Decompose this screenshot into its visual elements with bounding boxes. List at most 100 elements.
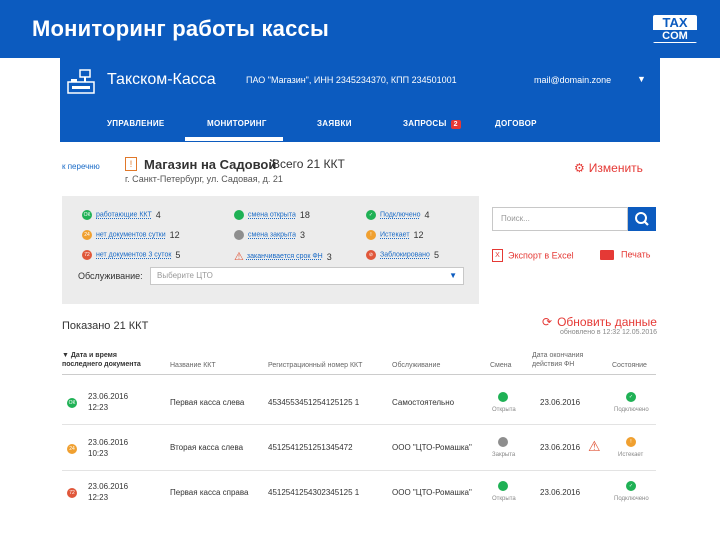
service-label: Обслуживание: (78, 271, 143, 281)
col-header-fn[interactable]: Дата окончания действия ФН (532, 351, 583, 369)
col-header-service[interactable]: Обслуживание (392, 361, 440, 370)
row-kkt-name[interactable]: Вторая касса слева (170, 443, 243, 452)
stat-label: смена закрыта (248, 231, 297, 239)
table-header-divider (62, 374, 656, 375)
row-time: 12:23 (88, 493, 109, 502)
row-kkt-name[interactable]: Первая касса слева (170, 398, 244, 407)
exclamation-icon: ! (366, 230, 376, 240)
tab-contract[interactable]: ДОГОВОР (495, 119, 537, 128)
cash-register-icon (67, 69, 95, 94)
slide-title: Мониторинг работы кассы (32, 16, 329, 41)
edit-label: Изменить (588, 161, 643, 175)
col-header-name[interactable]: Название ККТ (170, 361, 216, 370)
row-time: 12:23 (88, 403, 109, 412)
stat-count: 3 (300, 230, 306, 240)
print-label: Печать (621, 249, 651, 260)
stat-expiring[interactable]: ! Истекает 12 (366, 230, 424, 240)
edit-button[interactable]: ⚙ Изменить (574, 161, 643, 175)
col-header-shift[interactable]: Смена (490, 361, 512, 370)
col-header-date-line1: Дата и время (70, 352, 117, 359)
tab-requests-label: ЗАПРОСЫ (403, 119, 447, 128)
requests-count-badge: 2 (450, 120, 461, 129)
row-status-badge: 24 (67, 444, 77, 454)
refresh-timestamp: обновлено в 12:32 12.05.2016 (560, 329, 658, 336)
check-icon: ✓ (626, 481, 636, 491)
row-divider (62, 470, 656, 471)
stat-label: Истекает (380, 231, 410, 239)
back-to-list-link[interactable]: к перечню (62, 162, 100, 171)
row-service: ООО "ЦТО-Ромашка" (392, 488, 472, 497)
blocked-icon: ⊘ (366, 250, 376, 260)
chevron-down-icon[interactable]: ▼ (637, 74, 646, 84)
stat-shift-open[interactable]: смена открыта 18 (234, 210, 310, 220)
row-shift-label: Открыта (492, 407, 516, 413)
stat-connected[interactable]: ✓ Подключено 4 (366, 210, 430, 220)
taxcom-logo: TAX COM (653, 15, 697, 43)
stat-count: 4 (155, 210, 161, 220)
row-date: 23.06.2016 (88, 392, 129, 401)
app-name[interactable]: Такском-Касса (107, 71, 216, 89)
stat-label: нет документов 3 суток (96, 251, 172, 259)
store-name: Магазин на Садовой (144, 157, 277, 172)
nav-tabs: УПРАВЛЕНИЕ МОНИТОРИНГ ЗАЯВКИ ЗАПРОСЫ 2 ДО… (60, 114, 660, 142)
stat-label: работающие ККТ (96, 211, 152, 219)
stat-blocked[interactable]: ⊘ Заблокировано 5 (366, 250, 439, 260)
row-service: Самостоятельно (392, 398, 455, 407)
print-button[interactable]: Печать (600, 249, 650, 260)
row-date: 23.06.2016 (88, 482, 129, 491)
col-header-reg[interactable]: Регистрационный номер ККТ (268, 361, 362, 370)
store-address: г. Санкт-Петербург, ул. Садовая, д. 21 (125, 174, 283, 184)
search-icon (635, 212, 649, 226)
search-button[interactable] (628, 207, 656, 231)
stat-count: 18 (299, 210, 310, 220)
row-state-label: Подключено (614, 407, 649, 413)
store-total: Всего 21 ККТ (272, 157, 345, 171)
stat-label: смена открыта (248, 211, 296, 219)
col-header-date-line2: последнего документа (62, 361, 141, 368)
active-tab-indicator (185, 137, 283, 141)
stat-count: 3 (326, 251, 332, 262)
row-state-label: Подключено (614, 496, 649, 502)
tab-requests[interactable]: ЗАПРОСЫ 2 (403, 119, 461, 129)
service-select-value: Выберите ЦТО (157, 271, 213, 280)
check-icon: ✓ (366, 210, 376, 220)
row-state-label: Истекает (618, 452, 644, 458)
shift-open-dot-icon (498, 481, 508, 491)
72h-badge-icon: 72 (82, 250, 92, 260)
col-header-fn-line1: Дата окончания (532, 352, 584, 359)
stat-fn-expiring[interactable]: ⚠ заканчивается срок ФН 3 (234, 250, 332, 263)
search-input[interactable]: Поиск... (492, 207, 628, 231)
alert-icon: ! (125, 157, 137, 171)
stat-working-kkt[interactable]: ОК работающие ККТ 4 (82, 210, 161, 220)
export-excel-button[interactable]: X Экспорт в Excel (492, 249, 574, 262)
export-label: Экспорт в Excel (508, 250, 574, 261)
col-header-state[interactable]: Состояние (612, 361, 647, 370)
row-kkt-name[interactable]: Первая касса справа (170, 488, 248, 497)
tab-monitoring[interactable]: МОНИТОРИНГ (207, 119, 267, 128)
user-email[interactable]: mail@domain.zone (534, 75, 611, 85)
stat-label: заканчивается срок ФН (246, 253, 323, 260)
shown-count: Показано 21 ККТ (62, 320, 149, 332)
service-select[interactable]: Выберите ЦТО ▼ (150, 267, 464, 285)
shift-closed-dot-icon (498, 437, 508, 447)
stat-count: 12 (413, 230, 424, 240)
col-header-fn-line2: действия ФН (532, 361, 575, 368)
stat-shift-closed[interactable]: смена закрыта 3 (234, 230, 305, 240)
stat-label: Подключено (380, 211, 421, 219)
tab-management[interactable]: УПРАВЛЕНИЕ (107, 119, 165, 128)
stat-no-docs-3days[interactable]: 72 нет документов 3 суток 5 (82, 250, 180, 260)
sort-desc-icon: ▼ (62, 352, 71, 359)
ok-badge-icon: ОК (82, 210, 92, 220)
row-shift-label: Открыта (492, 496, 516, 502)
open-dot-icon (234, 210, 244, 220)
stat-count: 5 (433, 250, 439, 260)
slide-header: Мониторинг работы кассы TAX COM (0, 0, 720, 58)
tab-applications[interactable]: ЗАЯВКИ (317, 119, 352, 128)
col-header-date[interactable]: ▼ Дата и время последнего документа (62, 351, 141, 369)
status-panel: ОК работающие ККТ 4 24 нет документов сутки… (62, 196, 479, 304)
refresh-button[interactable]: ⟳ Обновить данные (542, 315, 657, 329)
stat-no-docs-day[interactable]: 24 нет документов сутки 12 (82, 230, 180, 240)
org-info: ПАО "Магазин", ИНН 2345234370, КПП 23450… (246, 75, 457, 85)
warning-triangle-icon: ⚠ (588, 438, 601, 454)
stat-label: нет документов сутки (96, 231, 166, 239)
